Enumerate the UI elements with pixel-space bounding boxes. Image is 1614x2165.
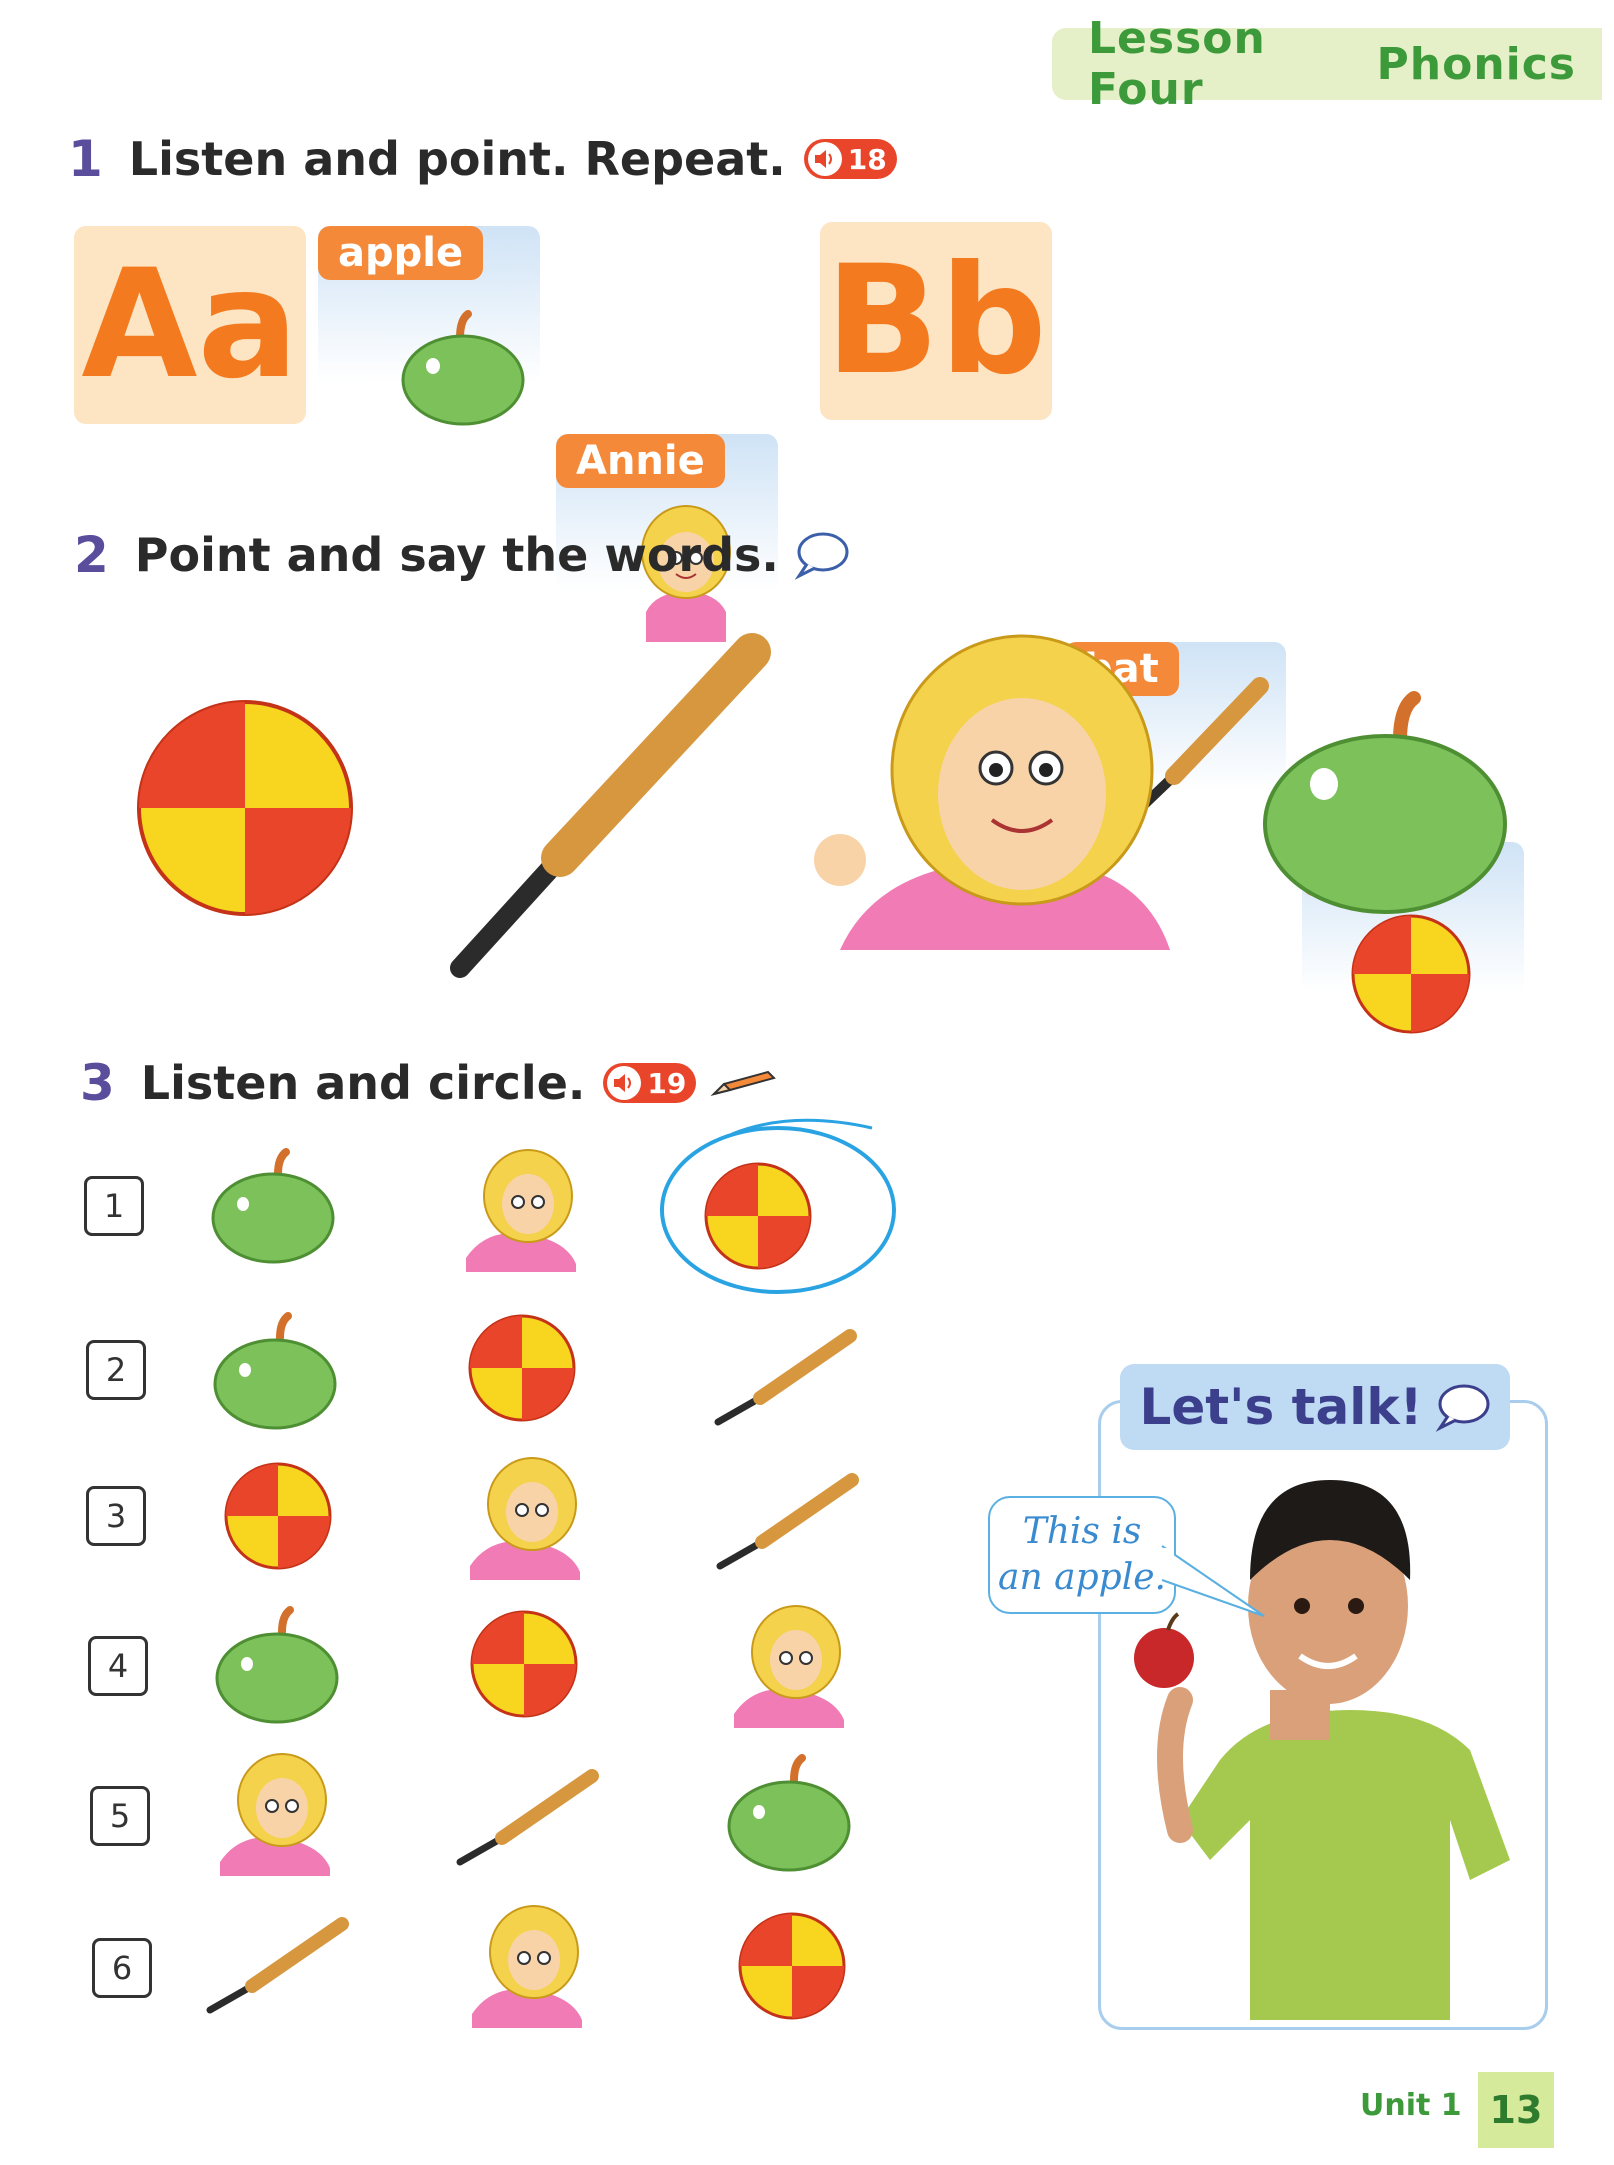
section3-title: 3 Listen and circle. 19 bbox=[80, 1054, 778, 1112]
lesson-label: Lesson Four bbox=[1088, 13, 1266, 115]
section1-number: 1 bbox=[68, 130, 103, 188]
pencil-icon bbox=[711, 1070, 777, 1096]
large-bat-image bbox=[450, 633, 771, 978]
bubble-line-2: an apple. bbox=[998, 1557, 1166, 1598]
speech-bubble-icon bbox=[1436, 1384, 1490, 1432]
apple-icon[interactable] bbox=[208, 1146, 338, 1266]
letter-card-b[interactable]: Bb bbox=[820, 222, 1052, 420]
apple-icon[interactable] bbox=[212, 1604, 342, 1726]
section1-instruction: Listen and point. Repeat. bbox=[128, 132, 786, 186]
girl-icon[interactable] bbox=[724, 1604, 854, 1728]
row-number-3: 3 bbox=[86, 1486, 146, 1546]
speech-bubble-icon bbox=[794, 532, 849, 580]
section3-instruction: Listen and circle. bbox=[140, 1056, 586, 1110]
word-annie: Annie bbox=[556, 434, 725, 488]
girl-icon[interactable] bbox=[456, 1148, 586, 1272]
section1-title: 1 Listen and point. Repeat. 18 bbox=[68, 130, 897, 188]
letter-a: Aa bbox=[81, 238, 299, 412]
ball-icon[interactable] bbox=[464, 1312, 580, 1428]
section3-number: 3 bbox=[80, 1054, 115, 1112]
audio-track-19[interactable]: 19 bbox=[603, 1063, 697, 1103]
bubble-tail bbox=[1160, 1545, 1265, 1617]
bat-icon[interactable] bbox=[712, 1466, 862, 1576]
bat-icon[interactable] bbox=[452, 1762, 602, 1872]
bat-icon[interactable] bbox=[710, 1322, 860, 1432]
lesson-banner: Lesson Four Phonics bbox=[1052, 13, 1602, 115]
letter-card-a[interactable]: Aa bbox=[74, 226, 306, 424]
section2-title: 2 Point and say the words. bbox=[74, 526, 849, 584]
speaker-icon bbox=[607, 1066, 642, 1100]
ball-icon[interactable] bbox=[220, 1460, 336, 1576]
track-number: 18 bbox=[847, 142, 887, 176]
answer-circle bbox=[660, 1118, 896, 1294]
ball-icon[interactable] bbox=[734, 1910, 850, 2026]
row-number-6: 6 bbox=[92, 1938, 152, 1998]
lets-talk-title: Let's talk! bbox=[1120, 1364, 1510, 1450]
large-ball-image bbox=[137, 700, 353, 916]
row-number-1: 1 bbox=[84, 1176, 144, 1236]
large-girl-image bbox=[814, 634, 1170, 950]
bubble-line-1: This is bbox=[1022, 1511, 1142, 1552]
apple-icon[interactable] bbox=[210, 1310, 340, 1432]
row-number-5: 5 bbox=[90, 1786, 150, 1846]
topic-label: Phonics bbox=[1376, 38, 1576, 90]
unit-label: Unit 1 bbox=[1360, 2088, 1462, 2123]
row-number-4: 4 bbox=[88, 1636, 148, 1696]
speaker-icon bbox=[807, 142, 842, 176]
ball-icon[interactable] bbox=[466, 1608, 582, 1724]
section2-instruction: Point and say the words. bbox=[134, 528, 779, 582]
girl-icon[interactable] bbox=[460, 1456, 590, 1580]
row-number-2: 2 bbox=[86, 1340, 146, 1400]
speech-bubble: This is an apple. bbox=[988, 1496, 1176, 1614]
section2-number: 2 bbox=[74, 526, 109, 584]
girl-icon[interactable] bbox=[462, 1904, 592, 2028]
girl-icon[interactable] bbox=[210, 1752, 340, 1876]
apple-icon[interactable] bbox=[724, 1752, 854, 1874]
word-apple: apple bbox=[318, 226, 484, 280]
bat-icon[interactable] bbox=[202, 1910, 352, 2020]
apple-icon bbox=[401, 310, 525, 426]
track-number: 19 bbox=[647, 1066, 687, 1100]
page-number: 13 bbox=[1478, 2072, 1554, 2148]
ball-icon bbox=[1351, 914, 1471, 1034]
large-apple-image bbox=[1263, 691, 1507, 914]
letter-b: Bb bbox=[825, 234, 1047, 408]
word-card-apple[interactable]: apple bbox=[318, 226, 540, 434]
lets-talk-label: Let's talk! bbox=[1139, 1378, 1423, 1436]
audio-track-18[interactable]: 18 bbox=[803, 139, 897, 179]
